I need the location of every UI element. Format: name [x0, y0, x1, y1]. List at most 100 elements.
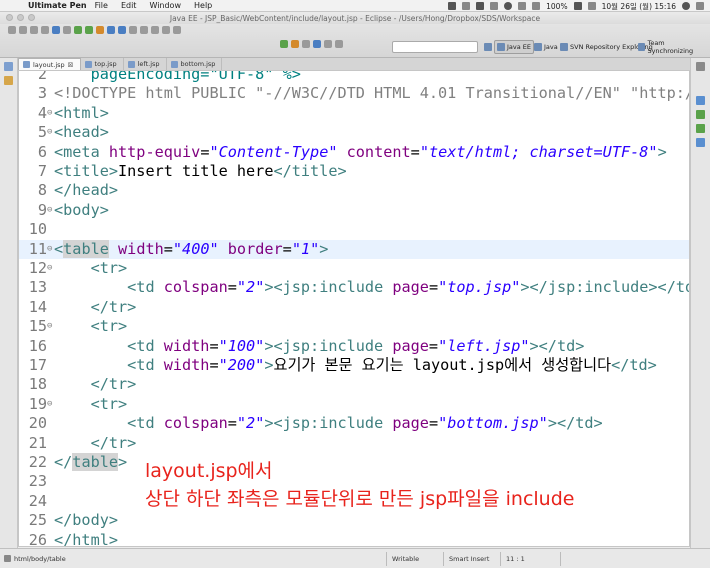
restore-view-icon[interactable] [696, 62, 705, 71]
palette-icon[interactable] [696, 124, 705, 133]
menu-window[interactable]: Window [149, 1, 181, 10]
external-tools-icon[interactable] [96, 26, 104, 34]
task-list-icon[interactable] [696, 110, 705, 119]
sync-icon[interactable] [462, 2, 471, 10]
code-line[interactable]: 3 <!DOCTYPE html PUBLIC "-//W3C//DTD HTML… [19, 84, 689, 103]
code-line[interactable]: 11 ⊖ <table width="400" border="1"> [19, 239, 689, 259]
code-line[interactable]: 15 ⊖ <tr> [19, 317, 689, 336]
code-line[interactable]: 4 ⊖ <html> [19, 104, 689, 123]
annotation-icon[interactable] [151, 26, 159, 34]
project-explorer-icon[interactable] [4, 76, 13, 85]
close-window-button[interactable] [6, 14, 13, 21]
dropbox-icon[interactable] [448, 2, 457, 10]
code-line[interactable]: 7 <title>Insert title here</title> [19, 162, 689, 181]
spotlight-search-icon[interactable] [682, 2, 690, 10]
task-icon[interactable] [302, 40, 310, 48]
build-icon[interactable] [63, 26, 71, 34]
open-perspective-button[interactable] [482, 40, 494, 54]
new-package-icon[interactable] [107, 26, 115, 34]
save-icon[interactable] [30, 26, 38, 34]
restore-view-icon[interactable] [4, 62, 13, 71]
forward-icon[interactable] [335, 40, 343, 48]
tab-bottom-jsp[interactable]: bottom.jsp [167, 58, 223, 70]
tab-left-jsp[interactable]: left.jsp [124, 58, 167, 70]
cloud-icon[interactable] [476, 2, 485, 10]
volume-icon[interactable] [532, 2, 541, 10]
run-icon[interactable] [85, 26, 93, 34]
code-token: </tr> [90, 375, 137, 394]
fold-toggle-icon[interactable]: ⊖ [47, 259, 54, 278]
line-number: 18 [28, 375, 47, 394]
print-icon[interactable] [41, 26, 49, 34]
code-line[interactable]: 22 </table> [19, 453, 689, 472]
code-line[interactable]: 12 ⊖ <tr> [19, 259, 689, 278]
screen-icon[interactable] [490, 2, 499, 10]
code-line[interactable]: 19 ⊖ <tr> [19, 394, 689, 414]
coverage-icon[interactable] [291, 40, 299, 48]
code-line[interactable]: 25 </body> [19, 511, 689, 530]
code-line[interactable]: 20 <td colspan="2"><jsp:include page="bo… [19, 414, 689, 433]
web-browser-icon[interactable] [313, 40, 321, 48]
minimize-window-button[interactable] [17, 14, 24, 21]
zoom-window-button[interactable] [28, 14, 35, 21]
code-line[interactable]: 5 ⊖ <head> [19, 123, 689, 142]
run-on-server-icon[interactable] [280, 40, 288, 48]
new-file-icon[interactable] [8, 26, 16, 34]
code-line[interactable]: 9 ⊖ <body> [19, 201, 689, 220]
quick-access-field[interactable] [392, 41, 478, 53]
code-line[interactable]: 18 </tr> [19, 375, 689, 394]
new-class-icon[interactable] [118, 26, 126, 34]
code-line[interactable]: 14 </tr> [19, 298, 689, 317]
close-tab-icon[interactable]: ⊠ [68, 61, 74, 69]
back-icon[interactable] [324, 40, 332, 48]
perspective-team-sync[interactable]: Team Synchronizing [636, 39, 710, 55]
open-type-icon[interactable] [129, 26, 137, 34]
code-line[interactable]: 21 </tr> [19, 434, 689, 453]
menu-edit[interactable]: Edit [121, 1, 137, 10]
code-token: ></jsp:include></td> [520, 278, 690, 297]
code-line[interactable]: 10 [19, 220, 689, 239]
fold-toggle-icon[interactable]: ⊖ [47, 104, 54, 123]
search-icon[interactable] [140, 26, 148, 34]
notification-center-icon[interactable] [696, 2, 704, 10]
next-edit-icon[interactable] [173, 26, 181, 34]
menu-bar-clock[interactable]: 10월 26일 (월) 15:16 [602, 1, 676, 12]
menu-help[interactable]: Help [194, 1, 212, 10]
code-line[interactable]: 6 <meta http-equiv = "Content-Type" content… [19, 143, 689, 162]
code-line[interactable]: 8 </head> [19, 181, 689, 200]
code-line[interactable]: 16 <td width="100"><jsp:include page="le… [19, 337, 689, 356]
outline-icon[interactable] [696, 96, 705, 105]
debug-icon[interactable] [74, 26, 82, 34]
wifi-icon[interactable] [518, 2, 527, 10]
tab-layout-jsp[interactable]: layout.jsp ⊠ [18, 58, 81, 70]
code-token: page [392, 414, 429, 433]
fold-toggle-icon[interactable]: ⊖ [47, 201, 54, 220]
line-number: 19 [28, 394, 47, 413]
perspective-java-ee[interactable]: Java EE [494, 40, 535, 54]
perspective-java[interactable]: Java [532, 40, 560, 54]
server-icon[interactable] [52, 26, 60, 34]
code-token: <!DOCTYPE html PUBLIC "-//W3C//DTD HTML … [54, 84, 689, 103]
fold-toggle-icon[interactable]: ⊖ [47, 317, 54, 336]
clock-icon[interactable] [504, 2, 513, 10]
input-source-icon[interactable] [587, 2, 596, 10]
code-line[interactable]: 26 </html> [19, 531, 689, 546]
open-icon[interactable] [19, 26, 27, 34]
tab-top-jsp[interactable]: top.jsp [81, 58, 124, 70]
code-line[interactable]: 2 pageEncoding="UTF-8" %> [19, 71, 689, 84]
code-text: <head> [54, 123, 109, 142]
fold-toggle-icon[interactable]: ⊖ [47, 123, 54, 142]
fold-toggle-icon[interactable]: ⊖ [47, 395, 54, 414]
code-line[interactable]: 13 <td colspan="2"><jsp:include page="to… [19, 278, 690, 297]
code-line[interactable]: 17 <td width="200">요기가 본문 요기는 layout.jsp… [19, 356, 689, 375]
code-editor[interactable]: 2 pageEncoding="UTF-8" %> 3 <!DOCTYPE html… [18, 70, 690, 547]
prev-edit-icon[interactable] [162, 26, 170, 34]
fold-toggle-icon[interactable]: ⊖ [47, 240, 54, 259]
properties-icon[interactable] [696, 138, 705, 147]
app-menu[interactable]: Ultimate Pen [28, 1, 87, 10]
battery-icon[interactable] [573, 2, 582, 10]
menu-file[interactable]: File [95, 1, 108, 10]
